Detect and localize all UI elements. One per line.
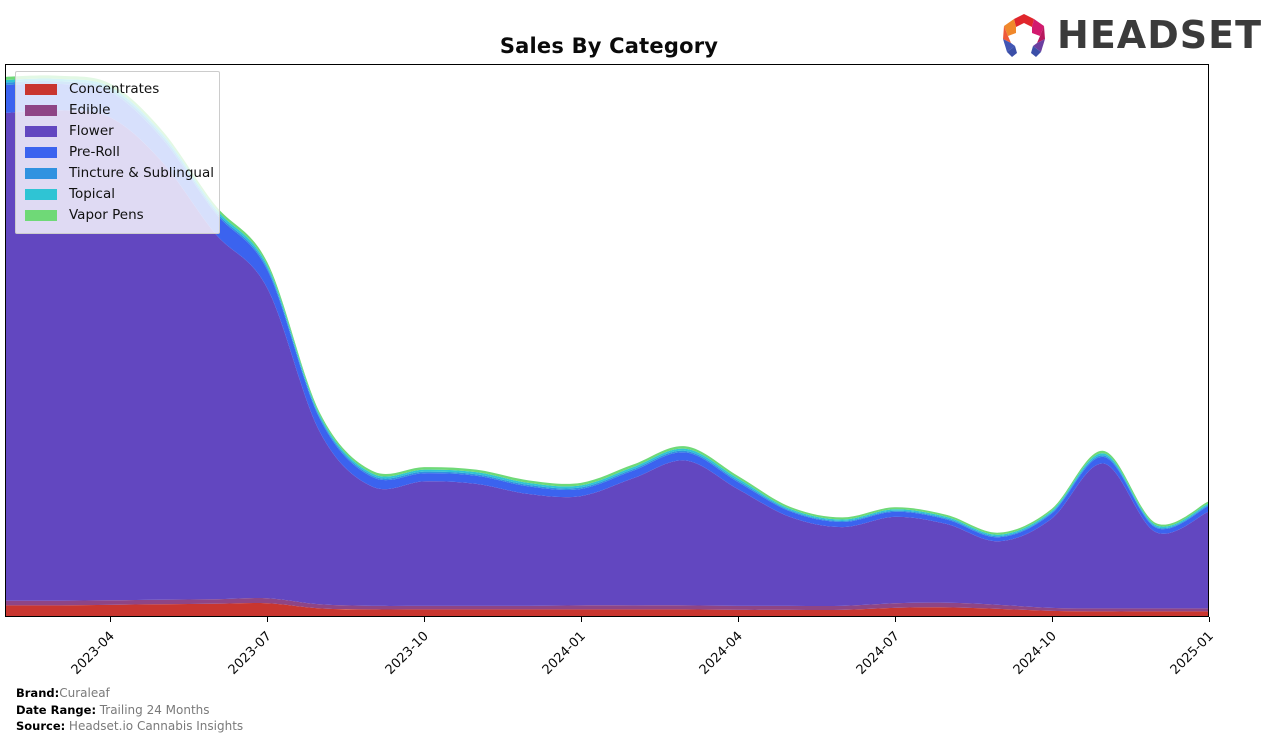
x-axis-tick-label: 2023-07: [225, 628, 275, 678]
meta-brand-key: Brand:: [16, 686, 60, 700]
meta-date-range-value: Trailing 24 Months: [99, 702, 210, 717]
legend-item-vapor-pens[interactable]: Vapor Pens: [25, 205, 211, 226]
meta-date-range: Date Range: Trailing 24 Months: [16, 702, 243, 719]
chart-metadata: Brand:Curaleaf Date Range: Trailing 24 M…: [16, 685, 243, 735]
legend-swatch-topical: [25, 189, 57, 200]
x-axis-tick-label: 2024-01: [539, 628, 589, 678]
meta-source: Source: Headset.io Cannabis Insights: [16, 718, 243, 735]
chart-plot-area: Concentrates Edible Flower Pre-Roll Tinc…: [5, 64, 1209, 617]
meta-source-value: Headset.io Cannabis Insights: [68, 719, 244, 733]
legend-label-edible: Edible: [69, 101, 111, 118]
legend-item-tincture-sublingual[interactable]: Tincture & Sublingual: [25, 163, 214, 184]
x-axis-tick-label: 2023-10: [382, 628, 432, 678]
x-axis-tick-label: 2025-01: [1167, 628, 1217, 678]
legend-label-tincture-sublingual: Tincture & Sublingual: [69, 164, 214, 181]
legend-item-edible[interactable]: Edible: [25, 100, 211, 121]
legend-label-concentrates: Concentrates: [69, 80, 160, 97]
x-axis-tick: [580, 617, 583, 622]
meta-source-key: Source:: [16, 719, 66, 733]
chart-legend: Concentrates Edible Flower Pre-Roll Tinc…: [15, 71, 220, 234]
legend-item-topical[interactable]: Topical: [25, 184, 211, 205]
legend-label-pre-roll: Pre-Roll: [69, 143, 120, 160]
x-axis-tick: [1209, 617, 1211, 622]
legend-item-flower[interactable]: Flower: [25, 121, 211, 142]
x-axis-tick: [423, 617, 426, 622]
x-axis-tick: [266, 617, 269, 622]
legend-item-pre-roll[interactable]: Pre-Roll: [25, 142, 211, 163]
headset-hexagon-logo-icon: [1003, 14, 1046, 57]
headset-logo-text: HEADSET: [1057, 13, 1262, 57]
x-axis-tick-label: 2024-07: [853, 628, 903, 678]
x-axis-tick: [894, 617, 897, 622]
legend-swatch-pre-roll: [25, 147, 57, 158]
legend-swatch-concentrates: [25, 84, 57, 95]
legend-label-topical: Topical: [69, 185, 115, 202]
x-axis-tick-label: 2024-10: [1010, 628, 1060, 678]
x-axis-tick: [1051, 617, 1054, 622]
meta-brand-value: Curaleaf: [59, 686, 110, 700]
legend-item-concentrates[interactable]: Concentrates: [25, 79, 211, 100]
x-axis-tick-label: 2023-04: [68, 628, 118, 678]
meta-date-range-key: Date Range:: [16, 702, 97, 717]
legend-label-vapor-pens: Vapor Pens: [69, 206, 144, 223]
x-axis-tick-label: 2024-04: [696, 628, 746, 678]
legend-swatch-flower: [25, 126, 57, 137]
legend-swatch-edible: [25, 105, 57, 116]
meta-brand: Brand:Curaleaf: [16, 685, 243, 702]
headset-logo: HEADSET: [999, 12, 1262, 58]
legend-label-flower: Flower: [69, 122, 114, 139]
legend-swatch-tincture-sublingual: [25, 168, 57, 179]
x-axis-tick: [109, 617, 112, 622]
legend-swatch-vapor-pens: [25, 210, 57, 221]
x-axis: 2023-04 2023-07 2023-10 2024-01 2024-04 2024-…: [5, 617, 1217, 687]
x-axis-tick: [737, 617, 740, 622]
